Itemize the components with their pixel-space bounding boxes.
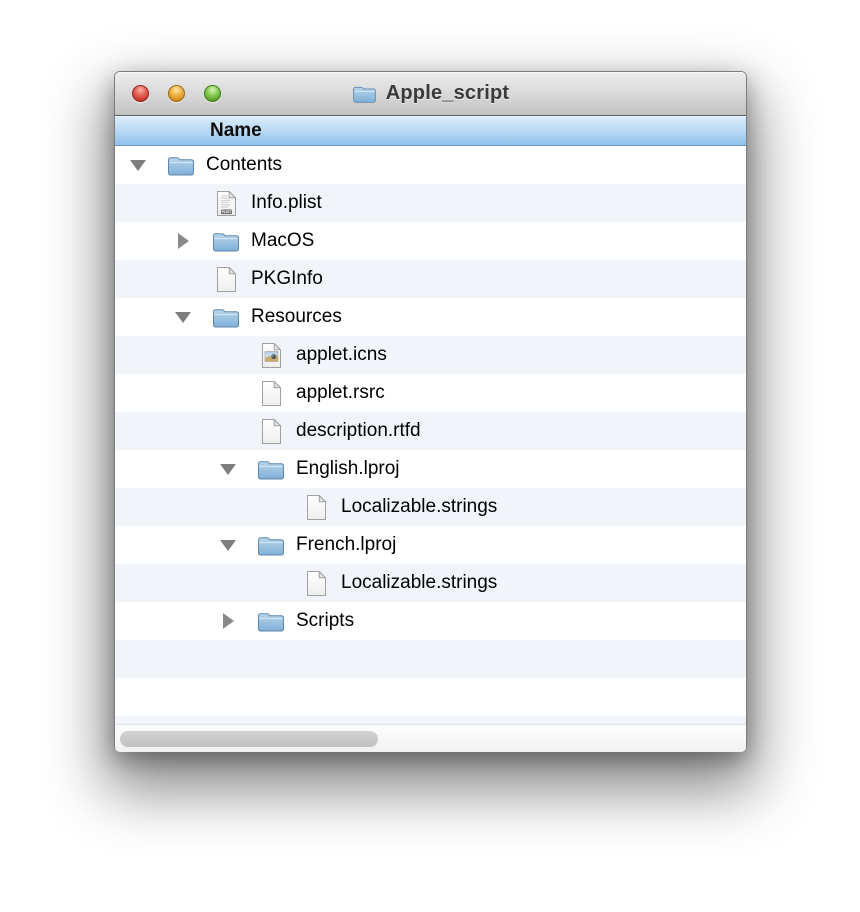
tree-row[interactable]: description.rtfd	[115, 412, 746, 450]
file-tree: Contents PLIST Info.plist MacOS PKGInfo …	[115, 146, 746, 724]
folder-icon	[257, 607, 285, 635]
file-icon	[302, 569, 330, 597]
tree-row[interactable]: Resources	[115, 298, 746, 336]
row-label: applet.icns	[296, 344, 387, 366]
row-label: description.rtfd	[296, 420, 421, 442]
scrollbar-thumb[interactable]	[120, 731, 378, 747]
horizontal-scrollbar[interactable]	[115, 724, 746, 752]
icns-file-icon	[257, 341, 285, 369]
folder-icon	[167, 151, 195, 179]
minimize-button[interactable]	[168, 85, 185, 102]
tree-row[interactable]: Scripts	[115, 602, 746, 640]
disclosure-triangle-collapsed[interactable]	[173, 233, 193, 249]
name-column-label: Name	[210, 120, 262, 142]
file-icon	[212, 265, 240, 293]
disclosure-triangle-expanded[interactable]	[128, 160, 148, 171]
tree-row[interactable]: Localizable.strings	[115, 488, 746, 526]
folder-proxy-icon[interactable]	[352, 84, 377, 104]
disclosure-triangle-expanded[interactable]	[218, 464, 238, 475]
tree-row[interactable]: English.lproj	[115, 450, 746, 488]
plist-file-icon: PLIST	[212, 189, 240, 217]
folder-icon	[257, 455, 285, 483]
tree-row[interactable]: MacOS	[115, 222, 746, 260]
row-label: Scripts	[296, 610, 354, 632]
window-title: Apple_script	[386, 82, 510, 105]
tree-row[interactable]: Contents	[115, 146, 746, 184]
desktop-background: { "window": { "title": "Apple_script", "…	[0, 0, 860, 912]
name-column-header[interactable]: Name	[115, 116, 746, 146]
folder-icon	[257, 531, 285, 559]
folder-icon	[212, 227, 240, 255]
row-label: Contents	[206, 154, 282, 176]
row-label: English.lproj	[296, 458, 400, 480]
close-button[interactable]	[132, 85, 149, 102]
row-label: Localizable.strings	[341, 572, 497, 594]
tree-row[interactable]: French.lproj	[115, 526, 746, 564]
row-label: Info.plist	[251, 192, 322, 214]
file-icon	[257, 379, 285, 407]
row-label: applet.rsrc	[296, 382, 385, 404]
row-label: Localizable.strings	[341, 496, 497, 518]
tree-row[interactable]: Localizable.strings	[115, 564, 746, 602]
row-label: French.lproj	[296, 534, 396, 556]
svg-text:PLIST: PLIST	[221, 210, 232, 214]
tree-row[interactable]: applet.icns	[115, 336, 746, 374]
disclosure-triangle-expanded[interactable]	[218, 540, 238, 551]
title-bar[interactable]: Apple_script	[115, 72, 746, 116]
tree-row[interactable]: PKGInfo	[115, 260, 746, 298]
row-label: Resources	[251, 306, 342, 328]
file-icon	[257, 417, 285, 445]
finder-window: Apple_script Name Contents PLIST Info.pl…	[114, 71, 747, 751]
row-label: PKGInfo	[251, 268, 323, 290]
file-icon	[302, 493, 330, 521]
disclosure-triangle-expanded[interactable]	[173, 312, 193, 323]
window-controls	[132, 85, 221, 102]
title-group: Apple_script	[352, 82, 510, 105]
tree-row[interactable]: applet.rsrc	[115, 374, 746, 412]
zoom-button[interactable]	[204, 85, 221, 102]
disclosure-triangle-collapsed[interactable]	[218, 613, 238, 629]
tree-row[interactable]: PLIST Info.plist	[115, 184, 746, 222]
folder-icon	[212, 303, 240, 331]
row-label: MacOS	[251, 230, 314, 252]
